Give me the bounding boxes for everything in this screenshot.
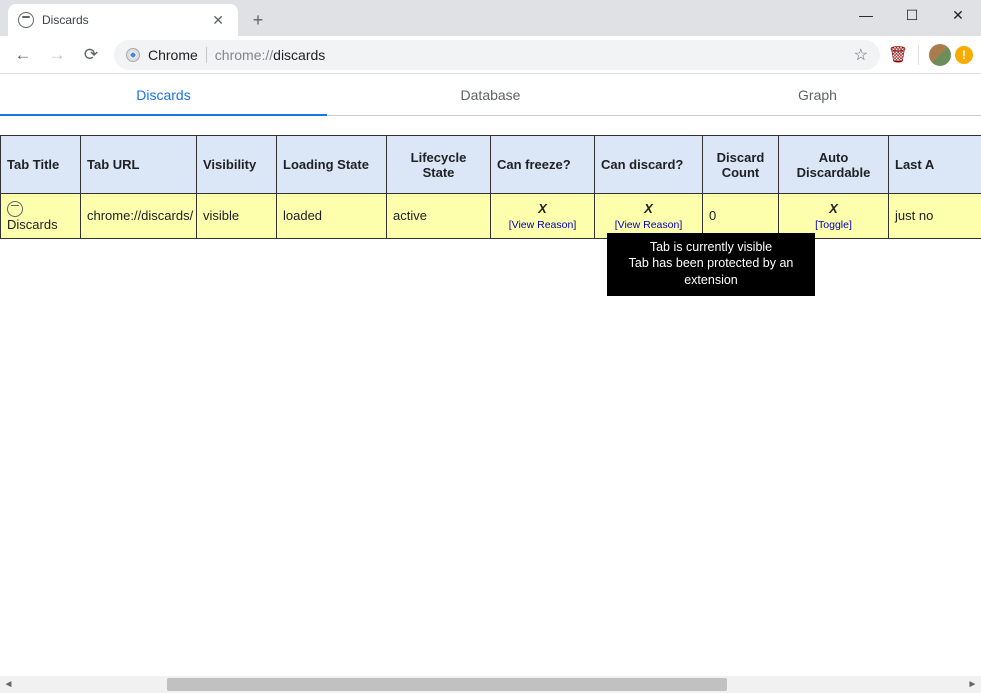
cell-last-active: just no [889, 194, 981, 239]
col-tab-url[interactable]: Tab URL [81, 136, 197, 194]
view-reason-link[interactable]: [View Reason] [509, 219, 577, 231]
horizontal-scrollbar[interactable]: ◄ ► [0, 676, 981, 693]
scroll-track[interactable] [17, 676, 964, 693]
omnibox[interactable]: Chrome chrome://discards ☆ [114, 40, 880, 70]
col-loading-state[interactable]: Loading State [277, 136, 387, 194]
cell-lifecycle-state: active [387, 194, 491, 239]
can-discard-value: X [601, 201, 696, 216]
cell-loading-state: loaded [277, 194, 387, 239]
col-discard-count[interactable]: Discard Count [703, 136, 779, 194]
auto-discardable-value: X [785, 201, 882, 216]
globe-icon [7, 201, 23, 217]
browser-tab[interactable]: Discards ✕ [8, 4, 238, 36]
reason-tooltip: Tab is currently visible Tab has been pr… [607, 233, 815, 296]
col-lifecycle-state[interactable]: Lifecycle State [387, 136, 491, 194]
forward-button: → [42, 40, 72, 70]
back-button[interactable]: ← [8, 40, 38, 70]
globe-icon [18, 12, 34, 28]
toolbar-separator [918, 45, 919, 65]
page-tabs: Discards Database Graph [0, 74, 981, 116]
tab-database[interactable]: Database [327, 74, 654, 115]
bookmark-star-icon[interactable]: ☆ [854, 45, 868, 65]
toggle-link[interactable]: [Toggle] [815, 219, 852, 231]
new-tab-button[interactable]: + [244, 6, 272, 34]
cell-tab-url: chrome://discards/ [81, 194, 197, 239]
cell-tab-title: Discards [1, 194, 81, 239]
window-controls: — ☐ ✕ [843, 0, 981, 30]
discards-table: te ement ore Tab Title Tab URL Visibilit… [0, 135, 981, 239]
minimize-button[interactable]: — [843, 0, 889, 30]
view-reason-link[interactable]: [View Reason] [615, 219, 683, 231]
omnibox-separator [206, 47, 207, 63]
maximize-button[interactable]: ☐ [889, 0, 935, 30]
col-tab-title[interactable]: Tab Title [1, 136, 81, 194]
toolbar: ← → ⟳ Chrome chrome://discards ☆ 🗑 ! [0, 36, 981, 74]
table-header-row: te ement ore Tab Title Tab URL Visibilit… [0, 136, 981, 194]
tooltip-line: Tab has been protected by an extension [617, 255, 805, 288]
content-area: ab now] te ement o [0, 116, 981, 676]
omnibox-origin-label: Chrome [148, 47, 198, 63]
titlebar: Discards ✕ + — ☐ ✕ [0, 0, 981, 36]
reload-button[interactable]: ⟳ [76, 40, 106, 70]
tab-discards[interactable]: Discards [0, 74, 327, 115]
table-row: Discards chrome://discards/ visible load… [0, 194, 981, 239]
discard-tab-now-link[interactable]: ab now] [0, 116, 981, 135]
cell-auto-discardable: X [Toggle] [779, 194, 889, 239]
alert-badge-icon[interactable]: ! [955, 46, 973, 64]
cell-discard-count: 0 [703, 194, 779, 239]
can-freeze-value: X [497, 201, 588, 216]
col-last-active[interactable]: Last A [889, 136, 981, 194]
col-visibility[interactable]: Visibility [197, 136, 277, 194]
col-auto-discardable[interactable]: Auto Discardable [779, 136, 889, 194]
chrome-icon [126, 48, 140, 62]
extension-suspender-icon[interactable]: 🗑 [888, 45, 908, 65]
col-can-freeze[interactable]: Can freeze? [491, 136, 595, 194]
tooltip-line: Tab is currently visible [617, 239, 805, 255]
close-window-button[interactable]: ✕ [935, 0, 981, 30]
close-icon[interactable]: ✕ [208, 12, 228, 29]
scroll-right-arrow-icon[interactable]: ► [964, 676, 981, 693]
avatar[interactable] [929, 44, 951, 66]
col-can-discard[interactable]: Can discard? [595, 136, 703, 194]
browser-tab-title: Discards [42, 13, 200, 27]
scroll-left-arrow-icon[interactable]: ◄ [0, 676, 17, 693]
cell-can-discard: X [View Reason] [595, 194, 703, 239]
cell-visibility: visible [197, 194, 277, 239]
tab-graph[interactable]: Graph [654, 74, 981, 115]
cell-can-freeze: X [View Reason] [491, 194, 595, 239]
scroll-thumb[interactable] [167, 678, 727, 691]
omnibox-url: chrome://discards [215, 47, 846, 63]
